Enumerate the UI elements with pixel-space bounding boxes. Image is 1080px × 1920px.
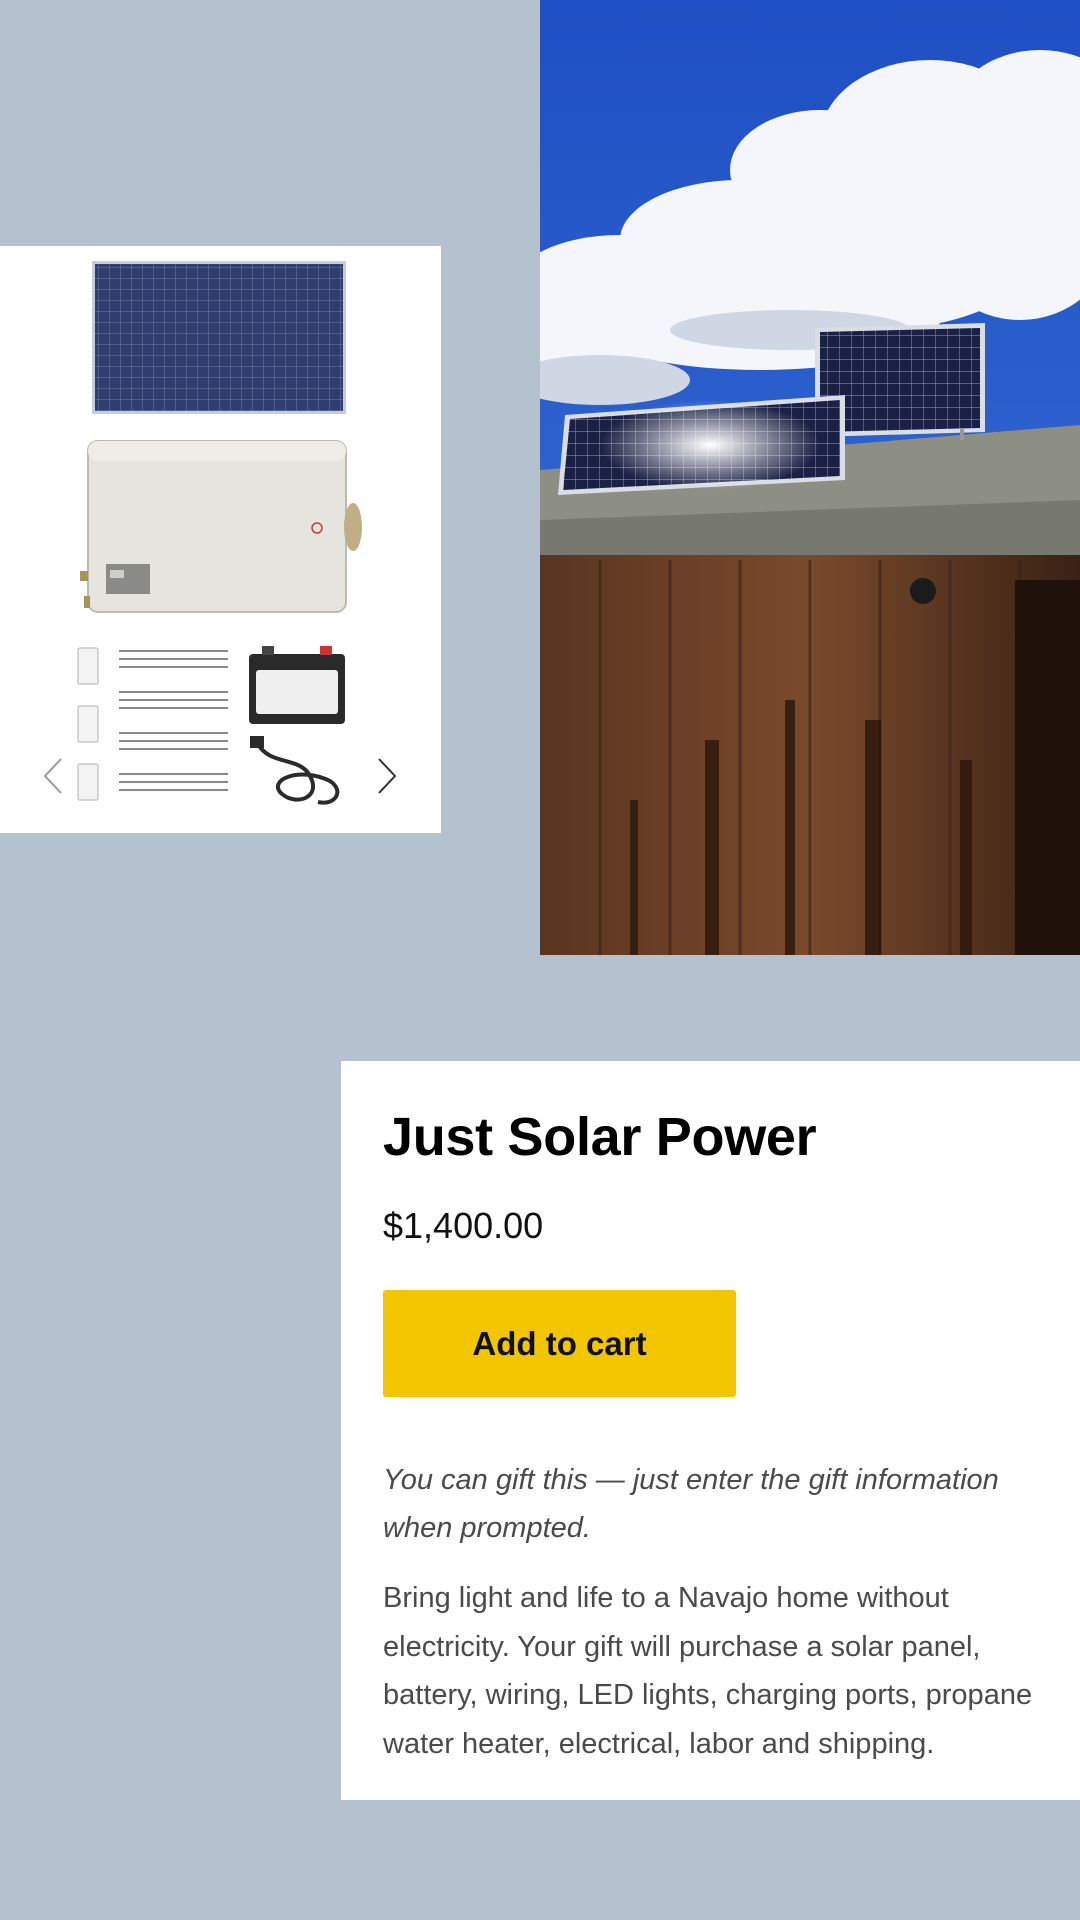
solar-panel-item [92, 261, 346, 414]
product-price: $1,400.00 [383, 1205, 544, 1246]
led-strips-item [119, 650, 228, 791]
solar-roof-photo [540, 0, 1080, 955]
product-info-card: Just Solar Power $1,400.00 Add to cart Y… [341, 1061, 1080, 1800]
product-title: Just Solar Power [383, 1107, 817, 1167]
cable-item [250, 736, 340, 805]
switches-item [77, 647, 99, 801]
chevron-left-icon [43, 758, 62, 794]
product-gallery [0, 246, 441, 833]
add-to-cart-button[interactable]: Add to cart [383, 1290, 736, 1397]
chevron-right-icon [378, 758, 397, 794]
gift-note: You can gift this — just enter the gift … [383, 1464, 999, 1544]
water-heater-item [80, 440, 362, 613]
solar-roof-image [540, 0, 1080, 955]
gallery-next-button[interactable] [372, 751, 402, 801]
product-description: Bring light and life to a Navajo home wi… [383, 1582, 1033, 1760]
gallery-prev-button[interactable] [38, 751, 68, 801]
product-kit-image [77, 261, 362, 805]
battery-item [249, 646, 345, 724]
